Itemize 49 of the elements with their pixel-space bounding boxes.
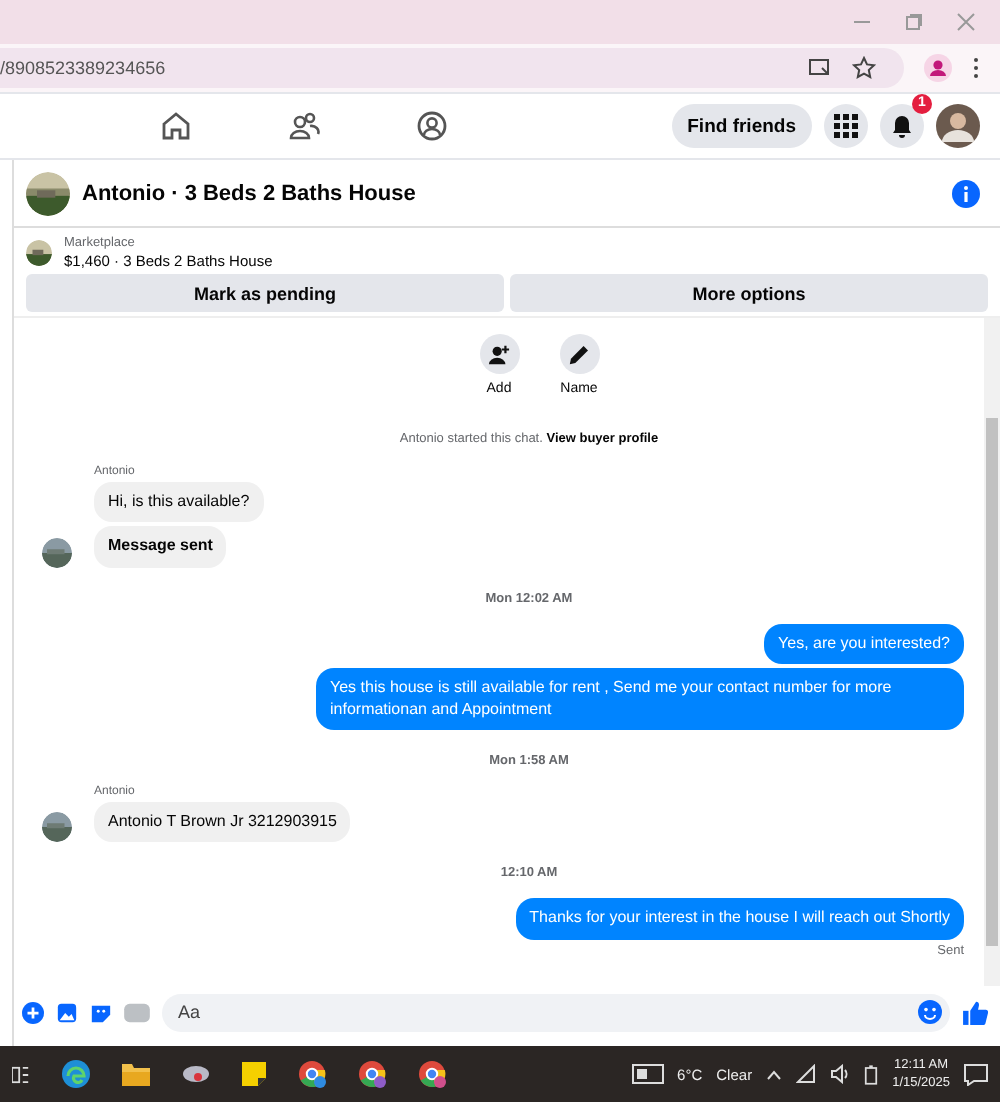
info-icon[interactable] xyxy=(952,179,980,207)
chrome-icon[interactable] xyxy=(418,1060,446,1088)
bell-icon xyxy=(890,114,914,138)
message-field[interactable]: Aa xyxy=(162,993,950,1031)
add-person-button[interactable] xyxy=(479,334,519,374)
photo-icon[interactable] xyxy=(56,1001,78,1023)
profile-icon[interactable] xyxy=(924,54,952,82)
sent-message: Yes, are you interested? xyxy=(764,623,964,665)
address-bar[interactable]: /8908523389234656 xyxy=(0,48,904,88)
sticky-note-icon[interactable] xyxy=(242,1062,266,1086)
scrollbar[interactable] xyxy=(984,318,1000,986)
notification-icon[interactable] xyxy=(964,1063,988,1085)
folder-icon[interactable] xyxy=(122,1062,150,1086)
sticker-icon[interactable] xyxy=(90,1001,112,1023)
plus-icon[interactable] xyxy=(22,1001,44,1023)
home-icon[interactable] xyxy=(160,110,192,142)
emoji-icon[interactable] xyxy=(918,1000,942,1024)
install-icon[interactable] xyxy=(808,56,832,80)
star-icon[interactable] xyxy=(852,56,876,80)
browser-icon[interactable] xyxy=(62,1060,90,1088)
received-message: Message sent xyxy=(94,526,227,568)
received-message: Antonio T Brown Jr 3212903915 xyxy=(94,801,351,843)
battery-icon[interactable] xyxy=(864,1063,879,1085)
sent-message: Yes this house is still available for rent , Send me your contact number for more informationan and Appointment xyxy=(316,668,964,730)
chrome-icon[interactable] xyxy=(358,1060,386,1088)
menu-icon[interactable] xyxy=(972,56,980,80)
edit-name-button[interactable] xyxy=(559,334,599,374)
received-message: Hi, is this available? xyxy=(94,482,264,523)
pencil-icon xyxy=(568,343,590,365)
avatar[interactable] xyxy=(936,104,980,148)
action-button[interactable]: Mark as pending xyxy=(26,274,504,312)
thumbs-up-icon[interactable] xyxy=(962,999,988,1025)
grid-icon xyxy=(834,114,858,138)
profile-circle-icon[interactable] xyxy=(416,110,448,142)
add-person-icon xyxy=(488,343,510,365)
chrome-icon[interactable] xyxy=(298,1060,326,1088)
caret-icon[interactable] xyxy=(766,1069,783,1079)
app-icon[interactable] xyxy=(182,1062,210,1086)
action-button[interactable]: More options xyxy=(510,274,988,312)
notifications-button[interactable] xyxy=(880,104,924,148)
speaker-icon[interactable] xyxy=(830,1064,851,1084)
chat-title: Antonio · 3 Beds 2 Baths House xyxy=(82,181,418,205)
friends-icon[interactable] xyxy=(288,110,320,142)
task-view-icon[interactable] xyxy=(12,1065,30,1083)
sent-message: Thanks for your interest in the house I will reach out Shortly xyxy=(515,898,964,940)
weather-icon[interactable] xyxy=(631,1064,664,1084)
apps-button[interactable] xyxy=(824,104,868,148)
url-text: /8908523389234656 xyxy=(0,58,168,78)
find-friends-button[interactable]: Find friends xyxy=(671,104,812,148)
